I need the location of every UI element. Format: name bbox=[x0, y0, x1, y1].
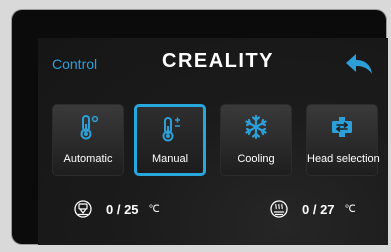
header: Control CREALITY bbox=[38, 38, 388, 90]
manual-button[interactable]: Manual bbox=[134, 104, 206, 176]
cooling-label: Cooling bbox=[237, 153, 275, 165]
nozzle-temp-value: 0 / 25 bbox=[106, 201, 139, 217]
thermometer-plus-minus-icon bbox=[162, 117, 180, 142]
bed-target-temp: 27 bbox=[320, 201, 335, 217]
bed-temp-value: 0 / 27 bbox=[302, 201, 335, 217]
mode-buttons: Automatic Manual Cooling Head selection bbox=[52, 104, 382, 182]
snowflake-icon bbox=[245, 114, 267, 140]
page-title: Control bbox=[52, 56, 98, 72]
head-selection-button[interactable]: Head selection bbox=[306, 104, 380, 176]
automatic-label: Automatic bbox=[63, 153, 113, 165]
nozzle-temperature: 0 / 25 ℃ bbox=[74, 198, 160, 220]
extruder-switch-icon bbox=[332, 117, 352, 137]
bed-temperature: 0 / 27 ℃ bbox=[270, 198, 356, 220]
back-arrow-icon bbox=[346, 54, 372, 74]
back-button[interactable] bbox=[344, 52, 374, 76]
bed-temp-unit: ℃ bbox=[344, 203, 356, 215]
head-selection-label: Head selection bbox=[307, 153, 380, 165]
device-frame: Control CREALITY Automatic Manual Coolin… bbox=[12, 10, 388, 245]
nozzle-current-temp: 0 bbox=[106, 201, 114, 217]
nozzle-icon bbox=[74, 200, 92, 218]
cooling-button[interactable]: Cooling bbox=[220, 104, 292, 176]
touch-screen: Control CREALITY Automatic Manual Coolin… bbox=[38, 38, 388, 245]
nozzle-target-temp: 25 bbox=[124, 201, 139, 217]
creality-logo: CREALITY bbox=[162, 50, 274, 72]
heated-bed-icon bbox=[270, 200, 288, 218]
bed-current-temp: 0 bbox=[302, 201, 310, 217]
manual-label: Manual bbox=[151, 153, 189, 165]
nozzle-temp-unit: ℃ bbox=[148, 203, 160, 215]
thermometer-degree-icon bbox=[80, 115, 99, 140]
automatic-button[interactable]: Automatic bbox=[52, 104, 124, 176]
